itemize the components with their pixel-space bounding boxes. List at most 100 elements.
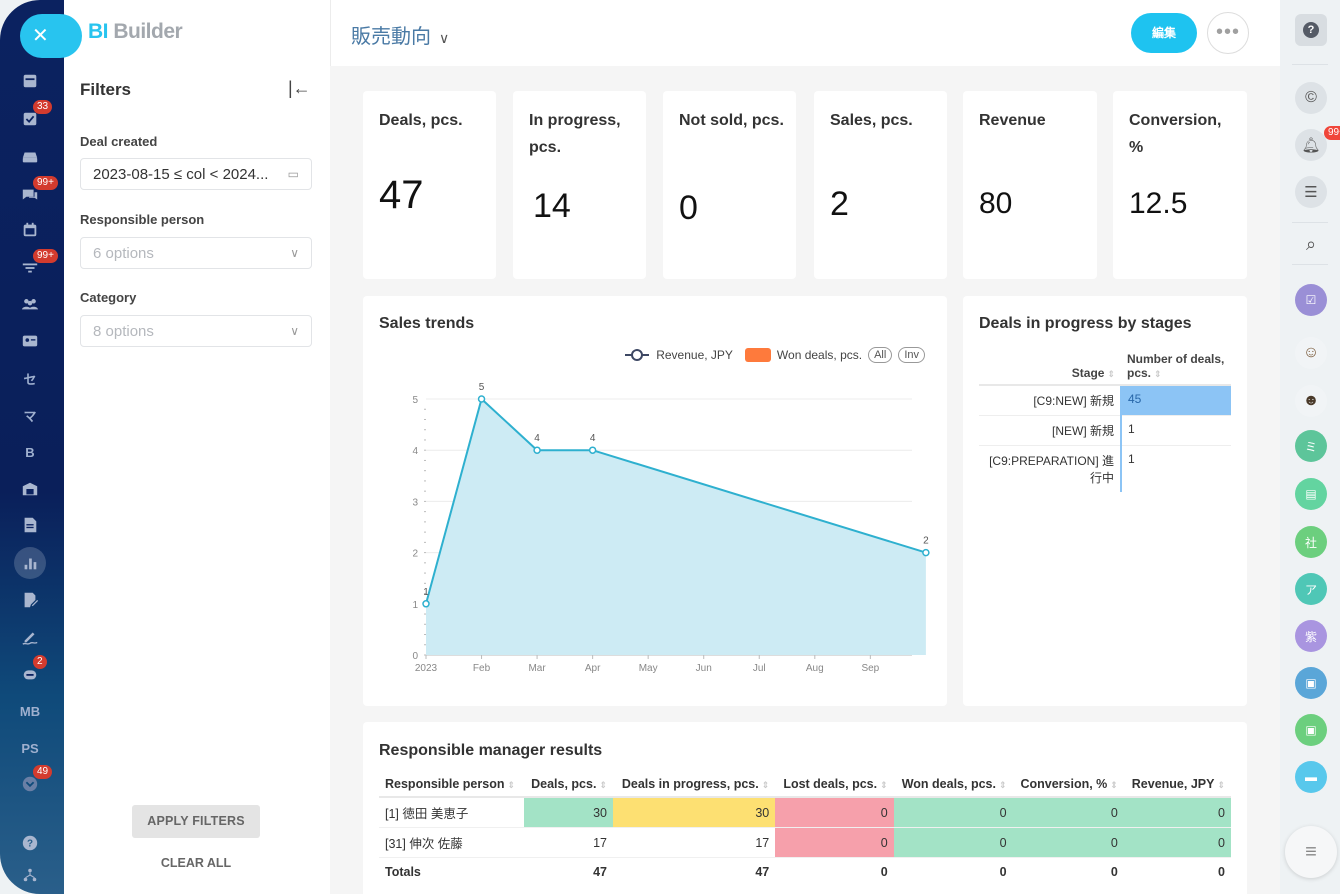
chat-avatar[interactable]: 紫 (1295, 620, 1327, 652)
nav-label: マ (23, 408, 37, 424)
stages-table: Stage ⇕ Number of deals, pcs. ⇕ [C9:NEW] 新… (979, 348, 1231, 492)
nav-item-ps[interactable]: PS (0, 733, 60, 763)
kpi-label: In progress, pcs. (529, 112, 621, 156)
nav-structure[interactable] (0, 860, 60, 890)
column-header[interactable]: Revenue, JPY ⇕ (1123, 772, 1231, 798)
nav-calendar[interactable] (0, 215, 60, 245)
kpi-card-in-progress: In progress, pcs. 14 (513, 91, 646, 279)
nav-tasks[interactable]: 33 (0, 100, 60, 134)
stages-card: Deals in progress by stages Stage ⇕ Numbe… (963, 296, 1247, 706)
column-header[interactable]: Conversion, % ⇕ (1012, 772, 1124, 798)
column-header[interactable]: Deals, pcs. ⇕ (523, 772, 613, 798)
dashboard-header: 販売動向 ∨ 編集 ••• (330, 0, 1280, 66)
chat-avatar[interactable]: ▤ (1295, 478, 1327, 510)
nav-documents[interactable] (0, 510, 60, 540)
chat-avatar[interactable]: ア (1295, 573, 1327, 605)
column-header[interactable]: Lost deals, pcs. ⇕ (775, 772, 894, 798)
svg-text:?: ? (27, 839, 33, 850)
chevron-down-icon: ∨ (290, 324, 299, 338)
value-cell: 30 (613, 797, 776, 828)
person-cell: [1] 徳田 美恵子 (379, 797, 524, 828)
chat-avatar[interactable]: 社 (1295, 526, 1327, 558)
bell-icon: 🔔︎ (1301, 137, 1321, 154)
person-cell: [31] 伸次 佐藤 (379, 827, 524, 858)
nav-bi-builder[interactable] (0, 547, 60, 579)
column-header[interactable]: Won deals, pcs. ⇕ (893, 772, 1013, 798)
nav-label: セ (23, 371, 37, 387)
responsible-person-select[interactable]: 6 options ∨ (80, 237, 312, 269)
employees-icon (21, 299, 39, 310)
stages-title: Deals in progress by stages (979, 315, 1192, 332)
avatar[interactable]: ☺ (1295, 337, 1327, 369)
chat-badge: 99+ (33, 176, 58, 190)
data-point (588, 446, 597, 454)
nav-drive[interactable] (0, 142, 60, 172)
app-root: 33 99+ 99+ セ マ B 2 MB PS 49 ? ✕ BI Build… (0, 0, 1340, 894)
sort-icon: ⇕ (761, 780, 770, 790)
nav-employees[interactable] (0, 289, 60, 319)
chat-avatar[interactable]: ▬ (1295, 761, 1327, 793)
total-cell: 0 (1110, 865, 1118, 880)
x-tick-label: Mar (528, 663, 546, 674)
help-button[interactable]: ? (1295, 14, 1327, 46)
nav-chat[interactable]: 99+ (0, 176, 60, 210)
kpi-value: 2 (830, 185, 849, 223)
value-cell: 0 (893, 797, 1013, 828)
nav-item-b[interactable]: B (0, 437, 60, 467)
sort-icon: ⇕ (880, 780, 888, 790)
activity-stream-button[interactable]: ☰ (1295, 176, 1327, 208)
category-select[interactable]: 8 options ∨ (80, 315, 312, 347)
menu-button[interactable]: ≡ (1285, 826, 1337, 878)
chat-avatar[interactable]: ミ (1295, 430, 1327, 462)
nav-store[interactable] (0, 474, 60, 504)
x-tick-label: Sep (861, 663, 879, 674)
copilot-button[interactable]: © (1295, 82, 1327, 114)
nav-robot[interactable]: 2 (0, 655, 60, 689)
column-header[interactable]: Deals in progress, pcs. ⇕ (613, 772, 776, 798)
y-tick-label: 5 (412, 395, 418, 406)
nav-edit-document[interactable] (0, 585, 60, 615)
collapse-panel-icon[interactable]: |← (288, 78, 311, 99)
total-cell: 47 (593, 865, 607, 880)
nav-crm[interactable]: 99+ (0, 249, 60, 283)
nav-more[interactable]: 49 (0, 765, 60, 799)
x-tick-label: Jul (753, 663, 766, 674)
kpi-value: 0 (679, 189, 698, 227)
avatar[interactable]: ☻ (1295, 385, 1327, 417)
nav-newsfeed[interactable] (0, 66, 60, 96)
bi-chart-icon (24, 558, 37, 570)
nav-item-se[interactable]: セ (0, 363, 60, 393)
list-menu-icon: ≡ (1305, 840, 1317, 863)
more-options-button[interactable]: ••• (1207, 12, 1249, 54)
apply-filters-button[interactable]: APPLY FILTERS (132, 805, 260, 838)
sort-icon: ⇕ (1154, 369, 1162, 379)
nav-contacts[interactable] (0, 326, 60, 356)
dashboard-title-dropdown[interactable]: 販売動向 ∨ (351, 20, 449, 49)
kpi-value: 80 (979, 187, 1013, 220)
count-cell: 45 (1120, 385, 1231, 416)
edit-button[interactable]: 編集 (1131, 13, 1197, 53)
table-row: [31] 伸次 佐藤 17 17 0 0 0 0 (379, 827, 1231, 858)
tasks-badge: 33 (33, 100, 53, 114)
sort-icon: ⇕ (998, 780, 1007, 790)
value-cell: 17 (613, 827, 776, 858)
tasks-shortcut[interactable]: ☑ (1295, 284, 1327, 316)
nav-item-mb[interactable]: MB (0, 696, 60, 726)
nav-help[interactable]: ? (0, 828, 60, 858)
contact-card-icon: ▣ (1305, 723, 1317, 737)
nav-signature[interactable] (0, 622, 60, 652)
chat-avatar[interactable]: ▣ (1295, 714, 1327, 746)
total-cell: 0 (1218, 865, 1225, 880)
search-button[interactable]: ⌕ (1295, 228, 1327, 260)
deal-created-input[interactable]: 2023-08-15 ≤ col < 2024... ▭ (80, 158, 312, 190)
nav-item-ma[interactable]: マ (0, 400, 60, 430)
notifications-button[interactable]: 🔔︎99+ (1295, 126, 1340, 161)
clear-all-button[interactable]: CLEAR ALL (132, 856, 260, 870)
close-button[interactable]: ✕ (20, 14, 82, 58)
chat-avatar[interactable]: ▣ (1295, 667, 1327, 699)
more-badge: 49 (33, 765, 53, 779)
column-header-stage[interactable]: Stage ⇕ (979, 348, 1121, 386)
totals-row: Totals 47 47 0 0 0 0 (379, 858, 1231, 887)
column-header[interactable]: Responsible person ⇕ (379, 772, 524, 798)
column-header-count[interactable]: Number of deals, pcs. ⇕ (1121, 348, 1231, 386)
